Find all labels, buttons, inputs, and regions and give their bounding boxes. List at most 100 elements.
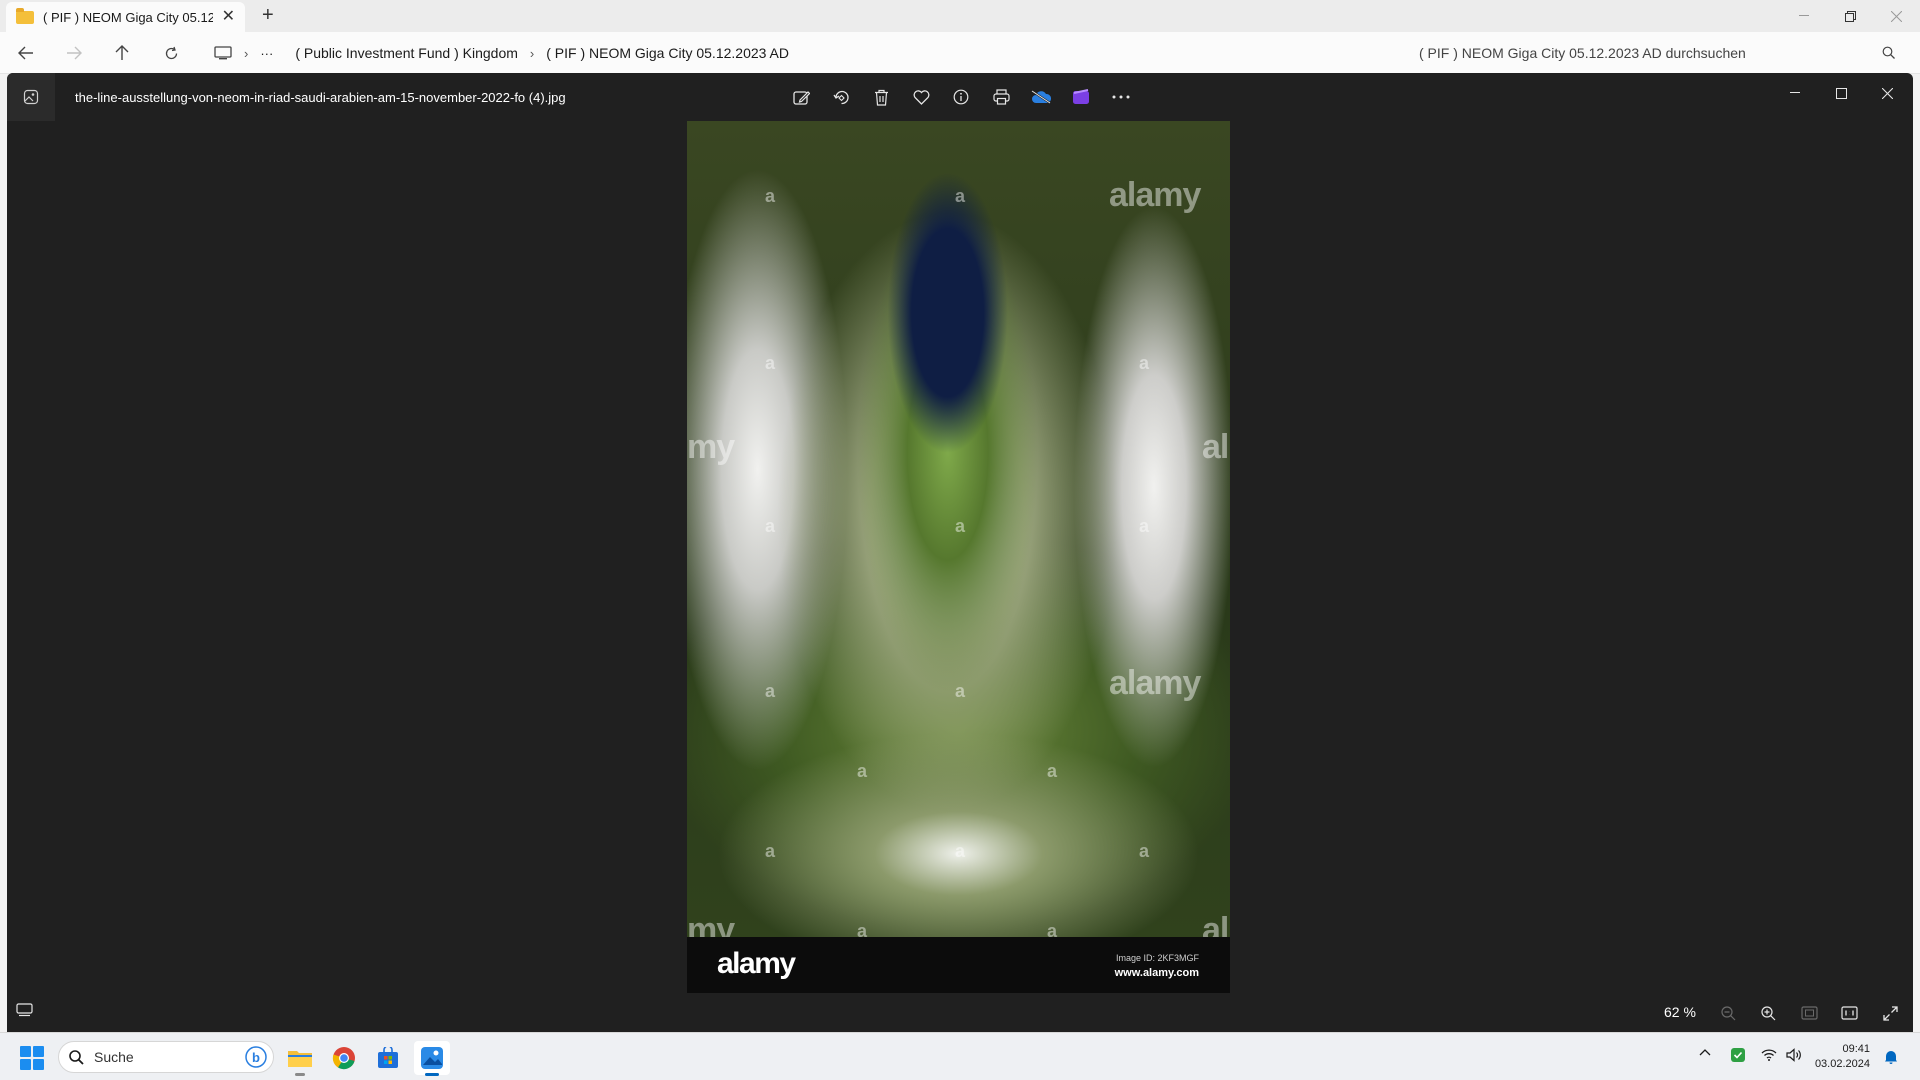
more-options-button[interactable]: [1109, 85, 1133, 109]
search-icon: [69, 1049, 84, 1065]
taskbar: Suche b 09:41 03.02.2024: [0, 1032, 1920, 1080]
zoom-level: 62 %: [1664, 1004, 1696, 1020]
filmstrip-icon: [16, 1003, 33, 1017]
watermark-logo: alamy: [1109, 176, 1201, 214]
bing-icon: b: [245, 1046, 267, 1068]
network-tray-button[interactable]: [1761, 1048, 1777, 1061]
restore-icon: [1844, 10, 1856, 22]
breadcrumb-item-kingdom[interactable]: ( Public Investment Fund ) Kingdom: [295, 45, 518, 61]
taskbar-photos[interactable]: [414, 1041, 450, 1076]
arrow-right-icon: [67, 46, 82, 60]
maximize-icon: [1835, 87, 1847, 99]
delete-icon: [874, 89, 888, 106]
edit-image-button[interactable]: [789, 85, 813, 109]
chrome-icon: [332, 1047, 355, 1070]
photos-app-icon: [7, 73, 55, 121]
notifications-button[interactable]: [1884, 1049, 1898, 1064]
search-label: Suche: [94, 1049, 134, 1065]
refresh-icon: [165, 46, 177, 59]
new-tab-button[interactable]: +: [262, 5, 274, 25]
taskbar-clock[interactable]: 09:41 03.02.2024: [1812, 1042, 1870, 1072]
forward-button[interactable]: [64, 43, 84, 63]
fit-to-window-button[interactable]: [1797, 1001, 1821, 1025]
favorite-button[interactable]: [909, 85, 933, 109]
viewer-maximize-button[interactable]: [1818, 79, 1864, 107]
arrow-left-icon: [18, 46, 33, 60]
this-pc-icon: [214, 46, 232, 60]
chevron-up-icon: [1699, 1049, 1711, 1056]
fullscreen-button[interactable]: [1878, 1001, 1902, 1025]
print-button[interactable]: [989, 85, 1013, 109]
store-icon: [378, 1047, 398, 1068]
refresh-button[interactable]: [161, 43, 181, 63]
file-info-button[interactable]: [949, 85, 973, 109]
security-shield-icon: [1731, 1048, 1745, 1062]
watermark-partial-right: al: [1202, 428, 1229, 466]
watermark-letter: a: [1047, 761, 1058, 781]
search-icon: [1882, 46, 1895, 59]
chevron-right-icon: ›: [244, 45, 249, 61]
alamy-banner: alamy Image ID: 2KF3MGF www.alamy.com: [687, 937, 1230, 993]
taskbar-store[interactable]: [370, 1041, 406, 1075]
taskbar-file-explorer[interactable]: [282, 1041, 318, 1076]
more-icon: [1112, 95, 1130, 99]
viewer-minimize-button[interactable]: [1772, 79, 1818, 107]
photos-icon: [421, 1047, 443, 1069]
folder-search-input[interactable]: ( PIF ) NEOM Giga City 05.12.2023 AD dur…: [1407, 38, 1907, 68]
start-button[interactable]: [20, 1046, 44, 1070]
clipchamp-button[interactable]: [1069, 85, 1093, 109]
breadcrumb-more[interactable]: ···: [260, 46, 273, 61]
onedrive-button[interactable]: [1029, 85, 1053, 109]
watermark-letter: a: [765, 353, 776, 373]
bell-icon: [1885, 1051, 1897, 1064]
zoom-in-icon: [1760, 1005, 1775, 1020]
arrow-up-icon: [115, 45, 129, 60]
volume-tray-button[interactable]: [1786, 1048, 1803, 1062]
security-tray-button[interactable]: [1730, 1047, 1746, 1063]
clipchamp-icon: [1073, 89, 1089, 104]
back-button[interactable]: [16, 43, 36, 63]
displayed-photo: a a alamy a a my al a a a alamy a a a a …: [687, 121, 1230, 993]
actual-size-button[interactable]: [1837, 1001, 1861, 1025]
folder-icon: [16, 7, 34, 24]
tab-title: ( PIF ) NEOM Giga City 05.12.2: [43, 9, 213, 25]
explorer-address-bar: › ··· ( Public Investment Fund ) Kingdom…: [0, 32, 1920, 74]
search-placeholder: ( PIF ) NEOM Giga City 05.12.2023 AD dur…: [1419, 45, 1746, 61]
file-name: the-line-ausstellung-von-neom-in-riad-sa…: [75, 90, 566, 105]
speaker-icon: [1786, 1048, 1801, 1062]
active-indicator: [425, 1073, 439, 1076]
windows-logo-icon: [20, 1046, 31, 1057]
delete-button[interactable]: [869, 85, 893, 109]
rotate-button[interactable]: [829, 85, 853, 109]
tab-close-button[interactable]: ✕: [222, 9, 235, 25]
explorer-tab[interactable]: ( PIF ) NEOM Giga City 05.12.2 ✕: [6, 2, 245, 32]
rotate-icon: [832, 90, 849, 104]
watermark-letter: a: [1139, 841, 1150, 861]
viewer-close-button[interactable]: [1864, 79, 1910, 107]
taskbar-search[interactable]: Suche b: [58, 1041, 274, 1073]
explorer-restore-button[interactable]: [1827, 0, 1873, 32]
watermark-letter: a: [955, 516, 966, 536]
photos-viewer-window: the-line-ausstellung-von-neom-in-riad-sa…: [7, 73, 1913, 1032]
explorer-close-button[interactable]: [1873, 0, 1919, 32]
chevron-right-icon: ›: [529, 45, 535, 61]
zoom-out-button[interactable]: [1716, 1001, 1740, 1025]
minimize-icon: [1799, 15, 1809, 16]
breadcrumb[interactable]: › ··· ( Public Investment Fund ) Kingdom…: [200, 38, 1400, 68]
show-hidden-icons-button[interactable]: [1699, 1048, 1711, 1056]
file-explorer-icon: [288, 1051, 312, 1067]
taskbar-chrome[interactable]: [326, 1041, 362, 1075]
up-button[interactable]: [112, 43, 132, 63]
explorer-tab-bar: ( PIF ) NEOM Giga City 05.12.2 ✕ +: [0, 0, 1920, 32]
zoom-in-button[interactable]: [1756, 1001, 1780, 1025]
viewer-toolbar: [789, 85, 1133, 109]
svg-text:b: b: [252, 1050, 260, 1065]
watermark-letter: a: [1139, 353, 1150, 373]
actual-size-icon: [1840, 1006, 1858, 1020]
watermark-letter: a: [857, 761, 868, 781]
info-icon: [953, 89, 969, 105]
breadcrumb-item-neom[interactable]: ( PIF ) NEOM Giga City 05.12.2023 AD: [546, 45, 789, 61]
viewer-bottom-bar: 62 %: [7, 993, 1913, 1032]
explorer-minimize-button[interactable]: [1781, 0, 1827, 32]
filmstrip-toggle-button[interactable]: [16, 1003, 33, 1022]
